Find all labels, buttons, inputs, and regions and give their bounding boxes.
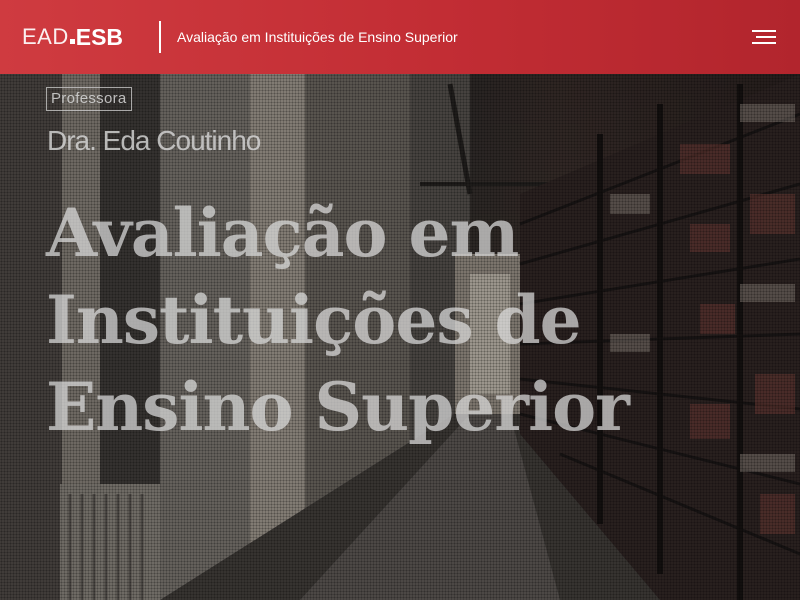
hamburger-menu-icon[interactable] [750, 28, 778, 46]
hero-title-line-2: Instituições de [46, 281, 582, 359]
role-badge: Professora [46, 87, 132, 111]
author-name: Dra. Eda Coutinho [47, 125, 261, 156]
course-title: Avaliação em Instituições de Ensino Supe… [177, 29, 458, 45]
site-header: EAD ESB Avaliação em Instituições de Ens… [0, 0, 800, 74]
hero-banner: Professora Dra. Eda Coutinho Avaliação e… [0, 74, 800, 600]
header-divider [159, 21, 161, 53]
hero-title-line-1: Avaliação em [46, 194, 519, 272]
logo-dot [69, 39, 75, 44]
hero-title-line-3: Ensino Superior [46, 368, 630, 446]
logo-ead-text: EAD [22, 24, 69, 49]
ead-esb-logo[interactable]: EAD ESB [22, 22, 123, 52]
logo-esb-text: ESB [75, 24, 124, 50]
hero-title: Avaliação em Instituições de Ensino Supe… [46, 190, 666, 451]
